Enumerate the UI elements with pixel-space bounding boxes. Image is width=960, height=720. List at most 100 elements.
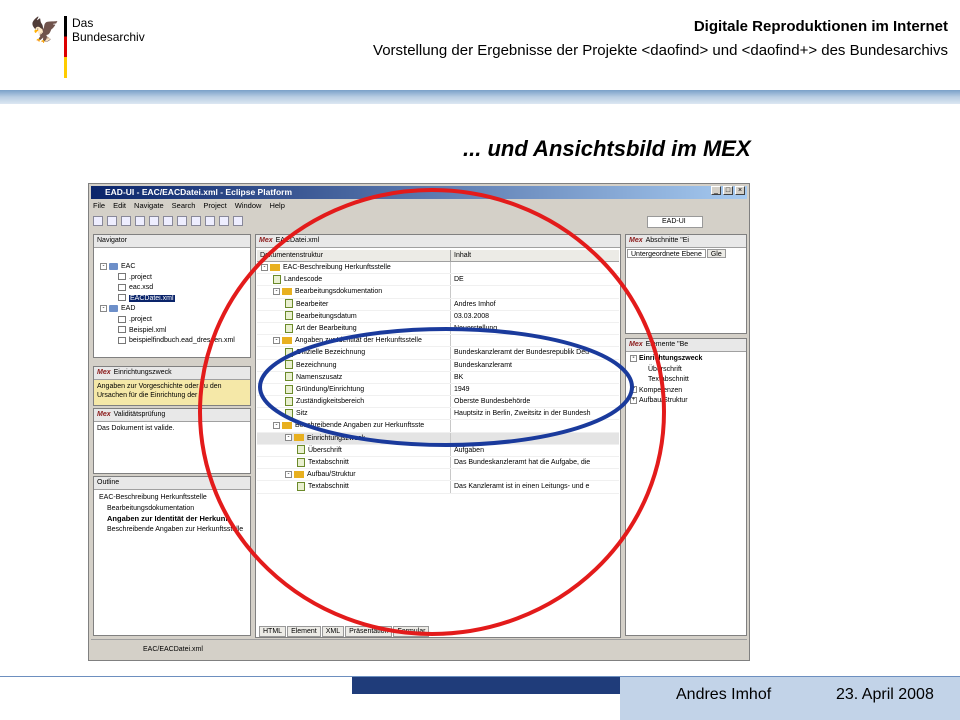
table-row[interactable]: - Bearbeitungsdokumentation — [257, 286, 619, 299]
nav-item-selected[interactable]: EACDatei.xml — [100, 294, 250, 305]
cell-inhalt[interactable]: Oberste Bundesbehörde — [451, 396, 619, 407]
search-icon[interactable] — [135, 216, 145, 226]
table-row[interactable]: Bearbeitungsdatum 03.03.2008 — [257, 310, 619, 323]
table-row[interactable]: Art der Bearbeitung Neuerstellung — [257, 322, 619, 336]
elemente-item[interactable]: Überschrift — [630, 365, 746, 376]
menu-navigate[interactable]: Navigate — [134, 200, 164, 211]
logo-text: Das Bundesarchiv — [72, 16, 145, 44]
nav-item[interactable]: .project — [100, 315, 250, 326]
delete-icon[interactable] — [233, 216, 243, 226]
menu-file[interactable]: File — [93, 200, 105, 211]
level1-icon[interactable] — [177, 216, 187, 226]
new-icon[interactable] — [93, 216, 103, 226]
cell-inhalt[interactable]: 03.03.2008 — [451, 311, 619, 322]
nav-item[interactable]: - EAD — [100, 304, 250, 315]
row-label: Aufbau/Struktur — [307, 471, 356, 479]
tab-html[interactable]: HTML — [259, 626, 287, 637]
cell-inhalt[interactable] — [451, 335, 619, 346]
menu-project[interactable]: Project — [203, 200, 226, 211]
toggle-icon[interactable]: - — [285, 470, 292, 478]
tab-praesentation[interactable]: Präsentation — [345, 626, 393, 637]
menu-edit[interactable]: Edit — [113, 200, 126, 211]
table-row[interactable]: - Angaben zur Identität der Herkunftsstel… — [257, 335, 619, 348]
tab-untergeordnete-ebene[interactable]: Untergeordnete Ebene — [627, 249, 706, 258]
tab-formular[interactable]: Formular — [393, 626, 430, 637]
cell-inhalt[interactable]: DE — [451, 274, 619, 285]
outline-item[interactable]: Bearbeitungsdokumentation — [99, 504, 250, 515]
table-row[interactable]: Überschrift Aufgaben — [257, 444, 619, 457]
row-label: Bearbeitungsdatum — [296, 312, 357, 320]
cell-inhalt[interactable]: Das Bundeskanzleramt hat die Aufgabe, di… — [451, 457, 619, 468]
cell-inhalt[interactable]: Aufgaben — [451, 445, 619, 456]
outline-item[interactable]: EAC-Beschreibung Herkunftsstelle — [99, 493, 250, 504]
add-icon[interactable] — [219, 216, 229, 226]
cell-inhalt[interactable]: Bundeskanzleramt — [451, 360, 619, 371]
einrichtungszweck-header: Mex Einrichtungszweck — [94, 367, 250, 380]
cell-struktur: - Beschreibende Angaben zur Herkunftsste — [257, 420, 451, 432]
save-icon[interactable] — [107, 216, 117, 226]
maximize-button[interactable]: □ — [723, 186, 733, 195]
close-button[interactable]: × — [735, 186, 745, 195]
table-row[interactable]: Textabschnitt Das Kanzleramt ist in einen… — [257, 481, 619, 494]
forward-icon[interactable] — [163, 216, 173, 226]
table-row[interactable]: - Beschreibende Angaben zur Herkunftsste — [257, 420, 619, 433]
nav-item[interactable]: - EAC — [100, 262, 250, 273]
cell-inhalt[interactable]: 1949 — [451, 384, 619, 395]
table-row[interactable]: - EAC-Beschreibung Herkunftsstelle — [257, 262, 619, 275]
table-row[interactable]: Zuständigkeitsbereich Oberste Bundesbehör… — [257, 396, 619, 409]
nav-item[interactable]: beispielfindbuch.ead_dresden.xml — [100, 336, 250, 347]
cell-inhalt[interactable] — [451, 420, 619, 431]
print-icon[interactable] — [121, 216, 131, 226]
table-row[interactable]: Textabschnitt Das Bundeskanzleramt hat di… — [257, 457, 619, 470]
cell-inhalt[interactable] — [451, 286, 619, 297]
table-row[interactable]: Bearbeiter Andres Imhof — [257, 298, 619, 311]
table-row[interactable]: Sitz Hauptsitz in Berlin, Zweitsitz in de… — [257, 408, 619, 421]
level2-icon[interactable] — [191, 216, 201, 226]
toggle-icon[interactable]: - — [273, 336, 280, 344]
perspective-button[interactable]: EAD-UI — [647, 216, 703, 228]
back-icon[interactable] — [149, 216, 159, 226]
toggle-icon[interactable]: - — [285, 434, 292, 442]
tab-gleiche-ebene[interactable]: Gle — [706, 249, 726, 258]
toggle-icon[interactable]: - — [273, 422, 280, 430]
outline-item[interactable]: Beschreibende Angaben zur Herkunftsstell… — [99, 525, 250, 536]
table-row[interactable]: Namenszusatz BK — [257, 371, 619, 384]
elemente-item[interactable]: + Aufbau/Struktur — [630, 396, 746, 407]
elemente-item[interactable]: Textabschnitt — [630, 375, 746, 386]
table-row[interactable]: Bezeichnung Bundeskanzleramt — [257, 359, 619, 372]
table-row[interactable]: Gründung/Einrichtung 1949 — [257, 383, 619, 397]
level3-icon[interactable] — [205, 216, 215, 226]
table-row[interactable]: - Aufbau/Struktur — [257, 469, 619, 482]
outline-item-active[interactable]: Angaben zur Identität der Herkunf — [99, 514, 250, 525]
editor-tab-label[interactable]: EACDatei.xml — [276, 237, 320, 244]
einrichtungszweck-text[interactable]: Angaben zur Vorgeschichte oder zu den Ur… — [94, 380, 250, 405]
cell-inhalt[interactable]: Hauptsitz in Berlin, Zweitsitz in der Bu… — [451, 408, 619, 419]
minimize-button[interactable]: _ — [711, 186, 721, 195]
menu-search[interactable]: Search — [172, 200, 196, 211]
cell-inhalt[interactable] — [451, 262, 619, 273]
cell-inhalt[interactable]: Das Kanzleramt ist in einen Leitungs- un… — [451, 481, 619, 492]
toggle-icon[interactable]: - — [261, 263, 268, 271]
elemente-item[interactable]: - Einrichtungszweck — [630, 354, 746, 365]
menu-window[interactable]: Window — [235, 200, 262, 211]
cell-inhalt[interactable] — [451, 469, 619, 480]
table-row[interactable]: Offizielle Bezeichnung Bundeskanzleramt d… — [257, 347, 619, 360]
table-row[interactable]: Landescode DE — [257, 274, 619, 287]
file-icon — [118, 273, 126, 281]
col-dokumentenstruktur[interactable]: Dokumentenstruktur — [257, 250, 451, 261]
table-row[interactable]: - Einrichtungszweck — [257, 432, 619, 445]
cell-inhalt[interactable]: Bundeskanzleramt der Bundesrepublik Deu — [451, 347, 619, 358]
tab-element[interactable]: Element — [287, 626, 321, 637]
nav-item[interactable]: eac.xsd — [100, 283, 250, 294]
tab-xml[interactable]: XML — [321, 626, 345, 637]
cell-inhalt[interactable]: Neuerstellung — [451, 323, 619, 334]
col-inhalt[interactable]: Inhalt — [451, 250, 471, 261]
cell-inhalt[interactable]: BK — [451, 372, 619, 383]
cell-inhalt[interactable] — [451, 433, 619, 444]
elemente-item[interactable]: + Kompetenzen — [630, 386, 746, 397]
menu-help[interactable]: Help — [269, 200, 284, 211]
nav-item[interactable]: .project — [100, 273, 250, 284]
toggle-icon[interactable]: - — [273, 288, 280, 296]
nav-item[interactable]: Beispiel.xml — [100, 326, 250, 337]
cell-inhalt[interactable]: Andres Imhof — [451, 299, 619, 310]
